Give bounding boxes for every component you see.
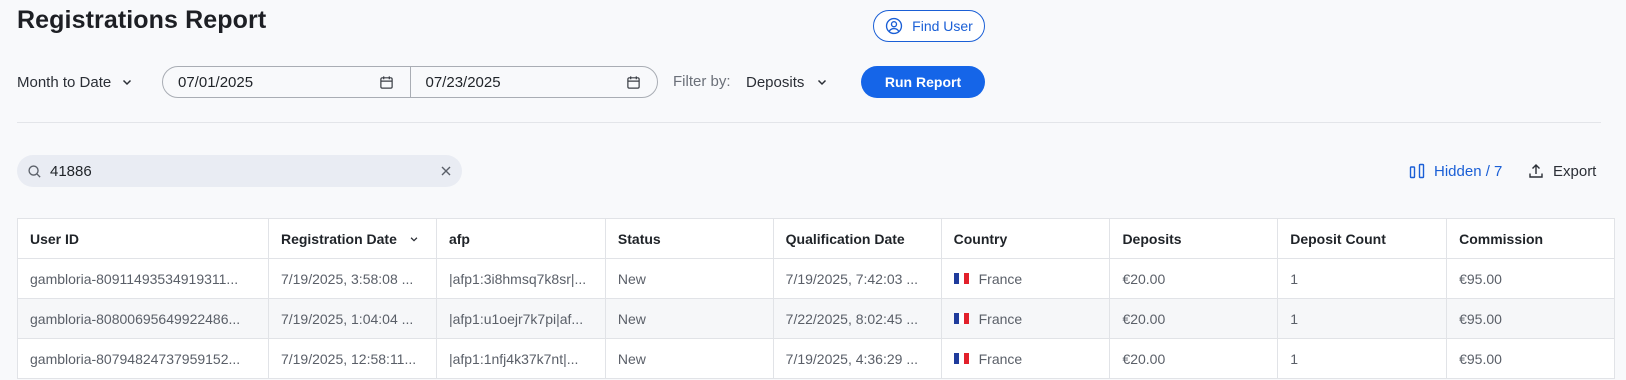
cell-deposits: €20.00 [1109,338,1279,379]
column-header-deposit-count[interactable]: Deposit Count [1277,218,1448,259]
column-header-status[interactable]: Status [605,218,774,259]
chevron-down-icon [123,79,132,86]
cell-status: New [605,338,774,379]
column-header-user-id[interactable]: User ID [17,218,269,259]
cell-qualification-date: 7/19/2025, 4:36:29 ... [773,338,942,379]
table-header-row: User ID Registration Date afp Status Qua… [17,218,1615,259]
cell-status: New [605,258,774,299]
cell-commission: €95.00 [1446,258,1615,299]
table-row[interactable]: gambloria-80794824737959152... 7/19/2025… [17,338,1615,379]
cell-deposit-count: 1 [1277,298,1448,339]
find-user-button[interactable]: Find User [873,10,985,42]
cell-deposits: €20.00 [1109,258,1279,299]
cell-registration-date: 7/19/2025, 12:58:11... [268,338,437,379]
cell-afp: |afp1:1nfj4k37k7nt|... [436,338,606,379]
column-header-qualification-date[interactable]: Qualification Date [773,218,942,259]
column-header-commission[interactable]: Commission [1446,218,1615,259]
cell-status: New [605,298,774,339]
start-date-value: 07/01/2025 [178,73,254,91]
cell-user-id: gambloria-80794824737959152... [17,338,269,379]
cell-afp: |afp1:u1oejr7k7pi|af... [436,298,606,339]
search-icon [28,164,41,178]
end-date-value: 07/23/2025 [425,73,501,91]
filter-by-select[interactable]: Deposits [746,72,828,92]
user-circle-icon [886,17,903,35]
cell-user-id: gambloria-80800695649922486... [17,298,269,339]
table-row[interactable]: gambloria-80911493534919311... 7/19/2025… [17,258,1615,299]
columns-icon [1409,163,1425,179]
search-value: 41886 [50,162,92,180]
section-divider [17,122,1601,123]
cell-registration-date: 7/19/2025, 3:58:08 ... [268,258,437,299]
start-date-input[interactable]: 07/01/2025 [163,67,410,97]
cell-commission: €95.00 [1446,298,1615,339]
registrations-table: User ID Registration Date afp Status Qua… [17,218,1615,379]
cell-commission: €95.00 [1446,338,1615,379]
cell-afp: |afp1:3i8hmsq7k8sr|... [436,258,606,299]
france-flag-icon [953,313,969,324]
hidden-columns-button[interactable]: Hidden / 7 [1409,161,1502,181]
column-header-afp[interactable]: afp [436,218,606,259]
find-user-label: Find User [912,18,973,34]
end-date-input[interactable]: 07/23/2025 [409,67,658,97]
upload-icon [1529,164,1543,178]
date-range-label: Month to Date [17,73,112,91]
hidden-columns-label: Hidden / 7 [1434,162,1503,180]
chevron-down-icon [818,79,827,86]
cell-country: France [941,258,1111,299]
cell-deposit-count: 1 [1277,338,1448,379]
cell-qualification-date: 7/19/2025, 7:42:03 ... [773,258,942,299]
search-input[interactable]: 41886 [17,155,462,187]
sort-descending-icon[interactable] [409,234,419,244]
date-range-inputs: 07/01/2025 07/23/2025 [162,66,658,98]
export-button[interactable]: Export [1528,161,1596,181]
filter-by-value: Deposits [746,73,805,91]
france-flag-icon [953,273,969,284]
cell-deposits: €20.00 [1109,298,1279,339]
cell-country: France [941,298,1111,339]
cell-registration-date: 7/19/2025, 1:04:04 ... [268,298,437,339]
clear-icon[interactable] [440,165,452,177]
table-row[interactable]: gambloria-80800695649922486... 7/19/2025… [17,298,1615,339]
cell-user-id: gambloria-80911493534919311... [17,258,269,299]
column-header-deposits[interactable]: Deposits [1109,218,1279,259]
cell-country: France [941,338,1111,379]
cell-deposit-count: 1 [1277,258,1448,299]
calendar-icon[interactable] [626,75,641,90]
column-header-country[interactable]: Country [941,218,1111,259]
filter-by-label: Filter by: [673,73,731,90]
export-label: Export [1553,162,1597,180]
calendar-icon[interactable] [379,75,394,90]
france-flag-icon [953,353,969,364]
page-title: Registrations Report [17,6,267,34]
cell-qualification-date: 7/22/2025, 8:02:45 ... [773,298,942,339]
date-range-select[interactable]: Month to Date [17,72,133,92]
column-header-registration-date[interactable]: Registration Date [268,218,437,259]
run-report-button[interactable]: Run Report [861,66,985,98]
